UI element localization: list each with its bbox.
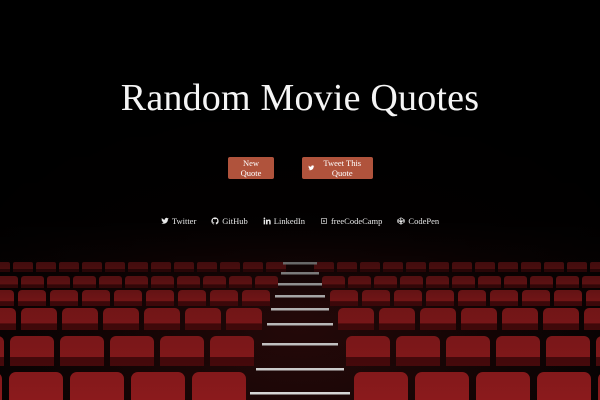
new-quote-label: New Quote: [240, 158, 262, 178]
social-links: Twitter GitHub LinkedIn freeCodeCamp Cod…: [0, 216, 600, 226]
codepen-icon: [397, 217, 406, 225]
social-link-label: LinkedIn: [273, 216, 305, 226]
twitter-icon: [161, 217, 169, 224]
social-link-twitter[interactable]: Twitter: [161, 216, 196, 226]
main-content: Random Movie Quotes New Quote Tweet This…: [0, 0, 600, 400]
github-icon: [211, 217, 219, 225]
freecodecamp-icon: [320, 218, 327, 224]
tweet-quote-label: Tweet This Quote: [323, 158, 362, 178]
social-link-label: GitHub: [222, 216, 248, 226]
social-link-codepen[interactable]: CodePen: [397, 216, 439, 226]
social-link-github[interactable]: GitHub: [211, 216, 248, 226]
social-link-linkedin[interactable]: LinkedIn: [263, 216, 305, 226]
social-link-label: CodePen: [408, 216, 440, 226]
page-title: Random Movie Quotes: [120, 77, 480, 119]
linkedin-icon: [263, 217, 271, 225]
social-link-freecodecamp[interactable]: freeCodeCamp: [320, 216, 382, 226]
new-quote-button[interactable]: New Quote: [228, 157, 274, 179]
social-link-label: freeCodeCamp: [330, 216, 383, 226]
social-link-label: Twitter: [171, 216, 197, 226]
twitter-icon: [308, 165, 315, 171]
tweet-quote-button[interactable]: Tweet This Quote: [302, 157, 373, 179]
